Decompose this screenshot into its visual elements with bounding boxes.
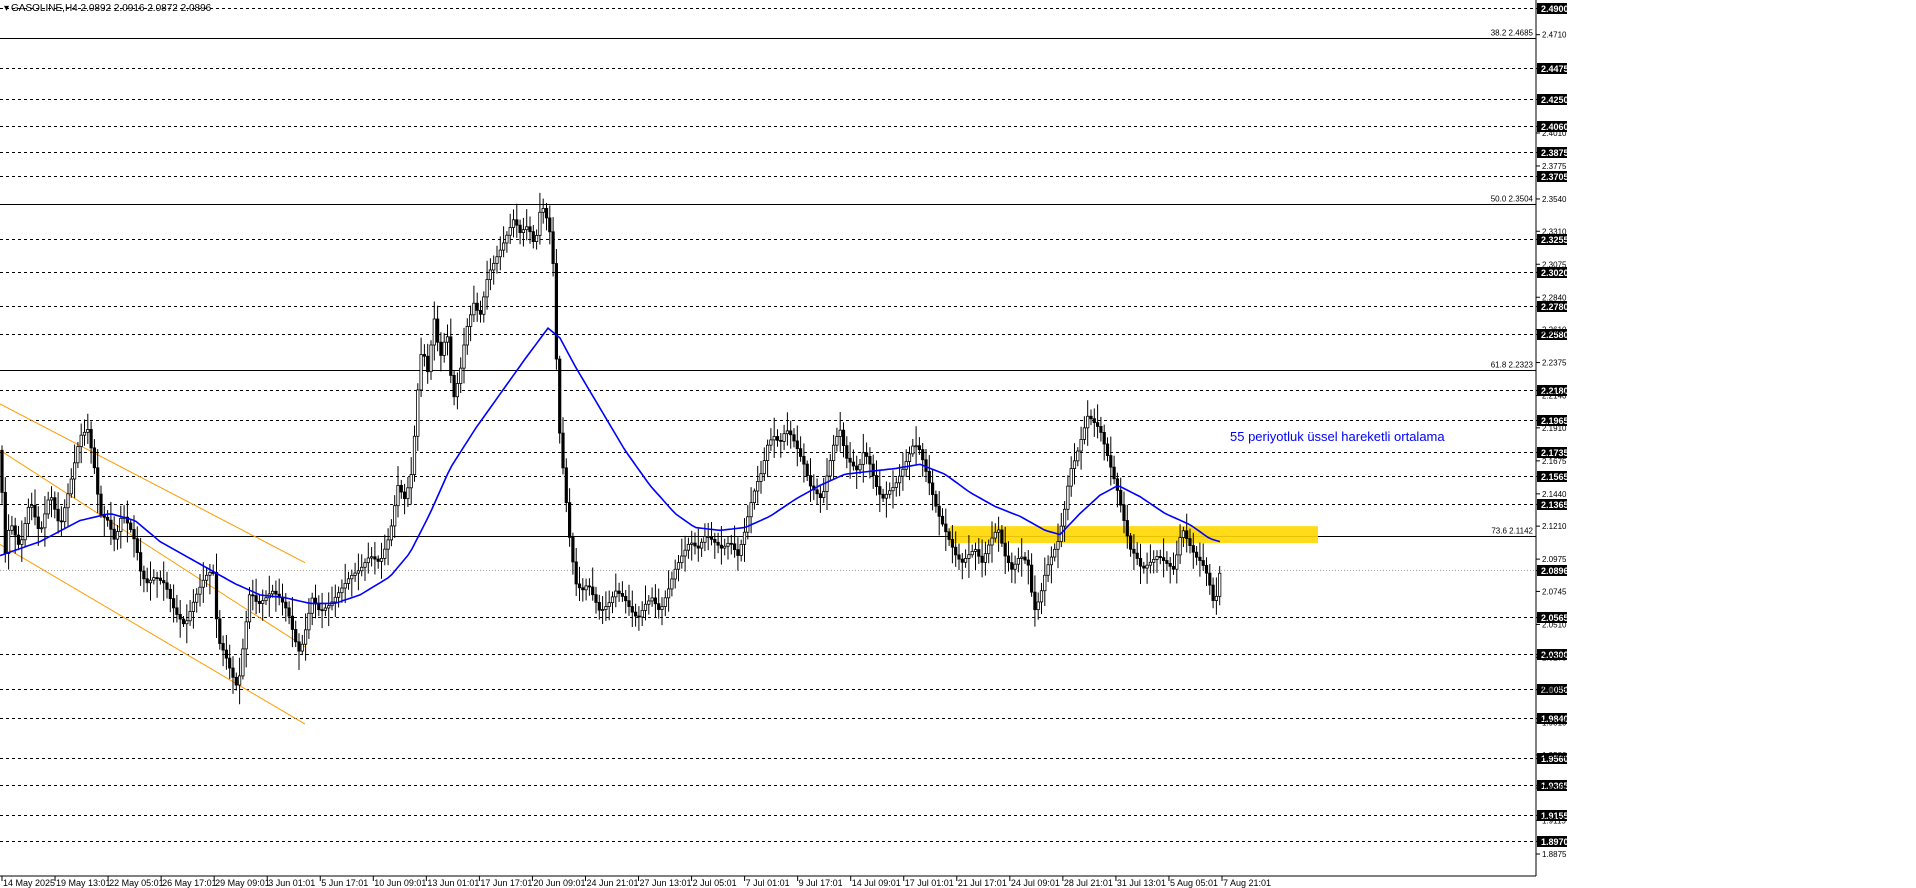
symbol-label[interactable]: GASOLINE,H4: [4, 3, 78, 14]
time-label: 13 Jun 01:01: [427, 878, 479, 888]
time-label: 14 May 2025: [3, 878, 55, 888]
price-level-label: 2.3255: [1541, 235, 1569, 245]
time-label: 7 Aug 21:01: [1223, 878, 1271, 888]
fib-label-1: 50.0 2.3504: [1491, 195, 1534, 204]
axis-tick-label: 2.2840: [1542, 293, 1567, 302]
price-level-label: 2.1365: [1541, 500, 1569, 510]
time-label: 21 Jul 17:01: [958, 878, 1007, 888]
price-level-label: 2.3020: [1541, 268, 1569, 278]
time-label: 31 Jul 13:01: [1117, 878, 1166, 888]
price-level-label: 2.1565: [1541, 472, 1569, 482]
time-label: 5 Aug 05:01: [1170, 878, 1218, 888]
price-level-label: 2.4475: [1541, 64, 1569, 74]
fib-label-3: 73.6 2.1142: [1491, 527, 1533, 536]
axis-tick-label: 2.3775: [1542, 162, 1567, 171]
axis-tick-label: 2.0275: [1542, 653, 1567, 662]
time-label: 17 Jul 01:01: [905, 878, 954, 888]
axis-tick-label: 2.3310: [1542, 227, 1567, 236]
ema-annotation-text: 55 periyotluk üssel hareketli ortalama: [1230, 429, 1445, 444]
axis-tick-label: 2.2375: [1542, 359, 1567, 368]
time-label: 17 Jun 17:01: [480, 878, 532, 888]
candle: [558, 355, 562, 444]
chart-background: [0, 0, 1916, 888]
price-level-label: 2.3875: [1541, 148, 1569, 158]
axis-tick-label: 2.1210: [1542, 522, 1567, 531]
price-chart[interactable]: 38.2 2.4685 50.0 2.3504 61.8 2.2323 73.6 2.…: [0, 0, 1916, 888]
axis-tick-label: 2.4010: [1542, 129, 1567, 138]
axis-tick-label: 2.3075: [1542, 260, 1567, 269]
time-label: 29 May 09:01: [215, 878, 270, 888]
price-level-label: 2.4250: [1541, 95, 1569, 105]
axis-tick-label: 1.8875: [1542, 850, 1567, 859]
time-label: 24 Jul 09:01: [1011, 878, 1060, 888]
time-label: 24 Jun 21:01: [586, 878, 638, 888]
price-level-label: 2.4900: [1541, 4, 1569, 14]
time-label: 7 Jul 01:01: [746, 878, 790, 888]
axis-tick-label: 1.9580: [1542, 751, 1567, 760]
time-label: 5 Jun 17:01: [321, 878, 368, 888]
time-label: 2 Jul 05:01: [693, 878, 737, 888]
candle: [554, 248, 559, 370]
time-label: 27 Jun 13:01: [640, 878, 692, 888]
time-label: 19 May 13:01: [56, 878, 111, 888]
time-label: 14 Jul 09:01: [852, 878, 901, 888]
axis-tick-label: 1.9345: [1542, 784, 1567, 793]
fib-label-2: 61.8 2.2323: [1491, 361, 1534, 370]
axis-tick-label: 1.9810: [1542, 719, 1567, 728]
axis-tick-label: 2.0975: [1542, 555, 1567, 564]
time-label: 10 Jun 09:01: [374, 878, 426, 888]
axis-tick-label: 2.1910: [1542, 424, 1567, 433]
axis-tick-label: 2.1440: [1542, 490, 1567, 499]
axis-tick-label: 2.0745: [1542, 587, 1567, 596]
time-label: 9 Jul 17:01: [799, 878, 843, 888]
chart-header: GASOLINE,H4 2.0892 2.0916 2.0872 2.0896: [4, 3, 211, 14]
price-level-label: 2.0896: [1541, 566, 1569, 576]
price-level-label: 2.3705: [1541, 172, 1569, 182]
axis-tick-label: 2.3540: [1542, 195, 1567, 204]
axis-tick-label: 2.4710: [1542, 31, 1567, 40]
axis-tick-label: 2.2610: [1542, 326, 1567, 335]
axis-tick-label: 2.1675: [1542, 457, 1567, 466]
axis-tick-label: 2.0510: [1542, 620, 1567, 629]
time-label: 3 Jun 01:01: [268, 878, 315, 888]
time-label: 20 Jun 09:01: [533, 878, 585, 888]
time-label: 28 Jul 21:01: [1064, 878, 1113, 888]
fib-label-0: 38.2 2.4685: [1491, 29, 1534, 38]
price-level-label: 2.2780: [1541, 302, 1569, 312]
time-label: 22 May 05:01: [109, 878, 164, 888]
ohlc-values: 2.0892 2.0916 2.0872 2.0896: [80, 3, 212, 14]
price-level-label: 1.8970: [1541, 837, 1569, 847]
time-label: 26 May 17:01: [162, 878, 217, 888]
axis-tick-label: 2.0045: [1542, 686, 1567, 695]
axis-tick-label: 2.2140: [1542, 392, 1567, 401]
axis-tick-label: 1.9115: [1542, 816, 1566, 825]
time-axis: 14 May 2025 19 May 13:0122 May 05:0126 Ma…: [1, 876, 1271, 888]
